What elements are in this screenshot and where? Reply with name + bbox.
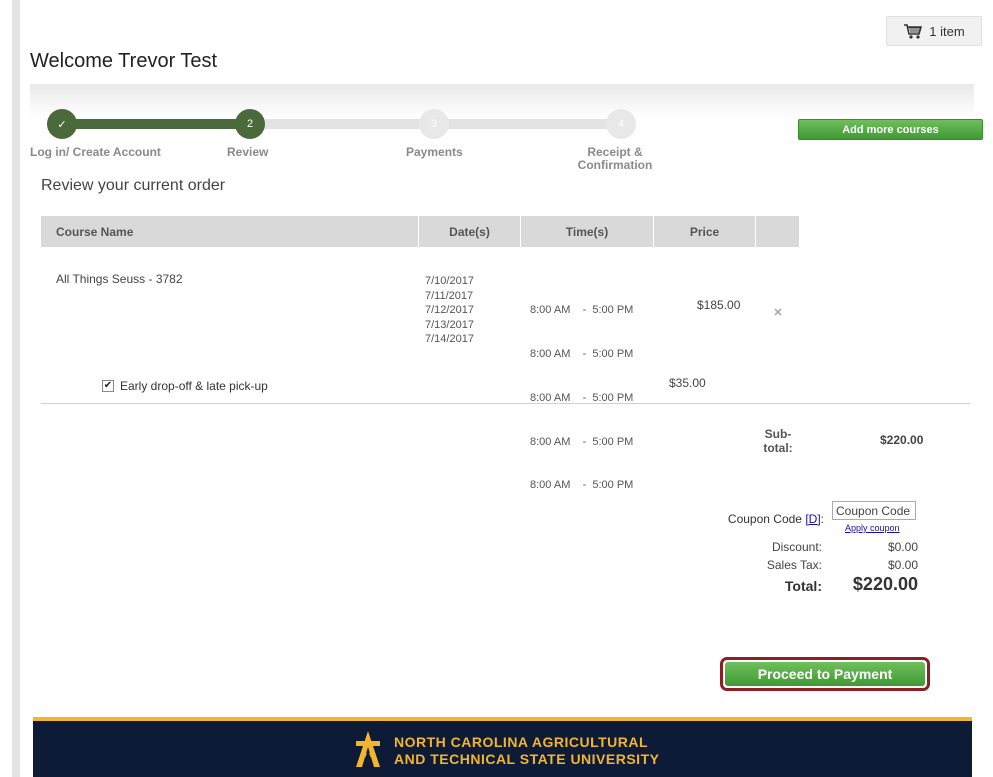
time-item: 8:00 AM - 5:00 PM bbox=[530, 304, 634, 317]
addon-row: ✔ Early drop-off & late pick-up bbox=[102, 379, 268, 393]
step-1-circle: ✓ bbox=[47, 109, 77, 139]
sales-tax-label: Sales Tax: bbox=[766, 558, 822, 572]
cart-button[interactable]: 1 item bbox=[886, 16, 982, 46]
date-item: 7/14/2017 bbox=[425, 333, 474, 346]
time-item: 8:00 AM - 5:00 PM bbox=[530, 479, 634, 492]
step-3-circle: 3 bbox=[419, 109, 449, 139]
university-name: NORTH CAROLINA AGRICULTURAL AND TECHNICA… bbox=[394, 734, 659, 768]
discount-value: $0.00 bbox=[887, 540, 918, 554]
coupon-code-input[interactable] bbox=[832, 501, 916, 520]
subtotal-value: $220.00 bbox=[880, 433, 924, 447]
step-2-label: Review bbox=[227, 145, 269, 159]
left-border bbox=[12, 0, 20, 777]
divider bbox=[41, 403, 970, 404]
header-times: Time(s) bbox=[521, 216, 653, 247]
course-dates: 7/10/2017 7/11/2017 7/12/2017 7/13/2017 … bbox=[425, 274, 474, 347]
header-dates: Date(s) bbox=[419, 216, 520, 247]
total-label: Total: bbox=[784, 578, 822, 594]
university-name-line1: NORTH CAROLINA AGRICULTURAL bbox=[394, 734, 649, 750]
time-item: 8:00 AM - 5:00 PM bbox=[530, 435, 634, 448]
proceed-to-payment-button[interactable]: Proceed to Payment bbox=[725, 662, 925, 686]
step-2-circle: 2 bbox=[235, 109, 265, 139]
coupon-info-link[interactable]: [D] bbox=[805, 512, 820, 526]
proceed-highlight: Proceed to Payment bbox=[720, 657, 930, 691]
total-value: $220.00 bbox=[852, 574, 918, 594]
subtotal-label: Sub-total: bbox=[763, 427, 793, 455]
university-name-line2: AND TECHNICAL STATE UNIVERSITY bbox=[394, 751, 660, 767]
cart-count-label: 1 item bbox=[929, 23, 965, 39]
progress-track-complete bbox=[63, 119, 250, 129]
apply-coupon-link[interactable]: Apply coupon bbox=[845, 523, 900, 533]
review-heading: Review your current order bbox=[41, 177, 226, 194]
step-1-label: Log in/ Create Account bbox=[30, 145, 161, 159]
coupon-label-wrap: Coupon Code [D]: bbox=[727, 512, 824, 526]
coupon-label: Coupon Code bbox=[727, 512, 802, 526]
step-3-label: Payments bbox=[406, 145, 463, 159]
cart-icon bbox=[903, 23, 923, 40]
date-item: 7/13/2017 bbox=[425, 318, 474, 331]
course-price: $185.00 bbox=[697, 298, 741, 312]
add-more-courses-button[interactable]: Add more courses bbox=[798, 119, 983, 140]
course-times: 8:00 AM - 5:00 PM 8:00 AM - 5:00 PM 8:00… bbox=[530, 274, 633, 508]
remove-icon[interactable] bbox=[773, 304, 783, 316]
step-4-circle: 4 bbox=[606, 109, 636, 139]
addon-checkbox[interactable]: ✔ bbox=[102, 380, 114, 392]
step-4-label: Receipt & Confirmation bbox=[577, 145, 653, 172]
header-price: Price bbox=[654, 216, 755, 247]
course-name: All Things Seuss - 3782 bbox=[56, 272, 183, 286]
date-item: 7/11/2017 bbox=[425, 289, 474, 302]
header-actions bbox=[756, 216, 799, 247]
progress-band bbox=[30, 84, 974, 118]
header-course-name: Course Name bbox=[41, 216, 418, 247]
discount-label: Discount: bbox=[771, 540, 822, 554]
date-item: 7/10/2017 bbox=[425, 275, 474, 287]
sales-tax-value: $0.00 bbox=[887, 558, 918, 572]
addon-label: Early drop-off & late pick-up bbox=[120, 379, 268, 393]
addon-price: $35.00 bbox=[669, 376, 706, 390]
check-icon: ✓ bbox=[57, 118, 67, 131]
time-item: 8:00 AM - 5:00 PM bbox=[530, 347, 634, 360]
welcome-heading: Welcome Trevor Test bbox=[30, 50, 218, 72]
date-item: 7/12/2017 bbox=[425, 304, 474, 317]
university-logo-icon bbox=[352, 729, 384, 774]
